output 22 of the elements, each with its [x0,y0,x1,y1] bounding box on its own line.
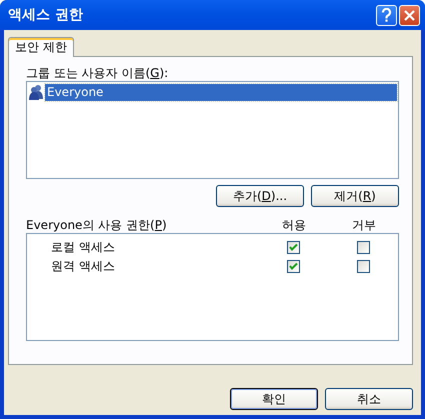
window-title: 액세스 권한 [8,6,83,24]
tab[interactable]: 보안 제한 [8,37,74,57]
user-button[interactable]: 제거(R) [311,185,399,207]
permissions-label: Everyone의 사용 권한(P) [26,218,167,232]
permission-name: 로컬 액세스 [51,240,115,254]
help-button[interactable] [376,4,397,26]
dialog-button[interactable]: 확인 [230,388,318,410]
close-icon [404,10,415,20]
column-header: 허용 [281,217,307,233]
close-button[interactable] [399,4,420,26]
permission-name: 원격 액세스 [51,259,115,273]
user-item[interactable]: Everyone [45,84,397,100]
column-header: 거부 [351,217,377,233]
dialog-button[interactable]: 취소 [325,388,413,410]
checkbox[interactable] [286,241,300,254]
checkbox[interactable] [356,260,370,273]
users-icon [28,84,44,100]
checkbox[interactable] [286,260,300,273]
help-icon [381,8,392,22]
group-label: 그룹 또는 사용자 이름(G): [26,65,170,81]
checkbox[interactable] [356,241,370,254]
user-button[interactable]: 추가(D)... [216,185,304,207]
